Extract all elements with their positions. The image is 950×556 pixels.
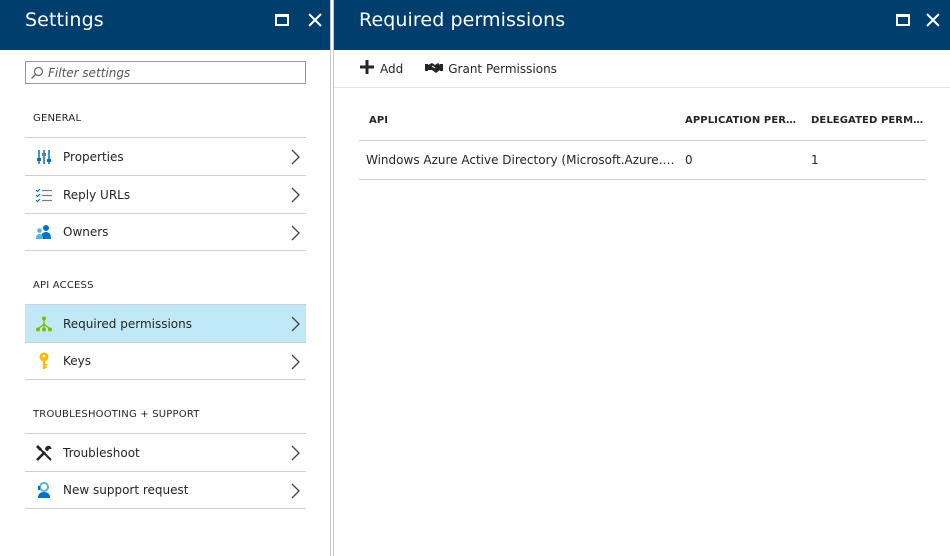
menu-item-label: Owners xyxy=(63,225,109,239)
chevron-right-icon xyxy=(290,445,300,465)
tools-icon xyxy=(25,444,63,462)
menu-item-label: Properties xyxy=(63,149,124,164)
menu-item-keys[interactable]: Keys xyxy=(25,342,306,380)
section-label-api-access: API ACCESS xyxy=(33,280,94,291)
settings-blade-title: Settings xyxy=(25,9,104,31)
column-header-delegated-permissions[interactable]: DELEGATED PERMIS... xyxy=(803,115,926,126)
chevron-right-icon xyxy=(290,149,300,169)
section-label-troubleshooting: TROUBLESHOOTING + SUPPORT xyxy=(33,409,200,420)
close-icon[interactable] xyxy=(923,10,943,30)
support-person-icon xyxy=(25,481,63,499)
table-row[interactable]: Windows Azure Active Directory (Microsof… xyxy=(359,141,926,180)
permissions-table: API APPLICATION PERMI... DELEGATED PERMI… xyxy=(359,100,926,180)
grant-permissions-button[interactable]: Grant Permissions xyxy=(425,59,557,78)
general-menu: Properties Reply URLs Owners xyxy=(25,137,306,251)
column-header-api[interactable]: API xyxy=(359,115,677,126)
menu-item-required-permissions[interactable]: Required permissions xyxy=(25,304,306,342)
required-permissions-blade: Required permissions Add Grant Permissio… xyxy=(333,0,950,556)
menu-item-troubleshoot[interactable]: Troubleshoot xyxy=(25,433,306,471)
menu-item-label: Troubleshoot xyxy=(63,445,140,460)
chevron-right-icon xyxy=(290,354,300,374)
api-access-menu: Required permissions Keys xyxy=(25,304,306,380)
maximize-icon[interactable] xyxy=(272,10,292,30)
people-icon xyxy=(25,224,63,240)
permissions-blade-header: Required permissions xyxy=(334,0,950,50)
column-header-application-permissions[interactable]: APPLICATION PERMI... xyxy=(677,115,803,126)
chevron-right-icon xyxy=(290,316,300,336)
add-button-label: Add xyxy=(380,61,404,76)
menu-item-label: Reply URLs xyxy=(63,187,131,202)
add-button[interactable]: Add xyxy=(359,59,403,79)
sliders-icon xyxy=(25,149,63,165)
permissions-toolbar: Add Grant Permissions xyxy=(334,50,950,88)
menu-item-label: Keys xyxy=(63,354,92,368)
grant-permissions-label: Grant Permissions xyxy=(448,61,557,76)
maximize-icon[interactable] xyxy=(893,10,913,30)
permissions-blade-title: Required permissions xyxy=(359,9,566,31)
troubleshooting-menu: Troubleshoot New support request xyxy=(25,433,306,509)
chevron-right-icon xyxy=(290,483,300,503)
filter-settings-field[interactable] xyxy=(48,65,288,80)
cell-api: Windows Azure Active Directory (Microsof… xyxy=(366,153,677,167)
network-tree-icon xyxy=(25,316,63,332)
menu-item-label: New support request xyxy=(63,483,189,497)
menu-item-reply-urls[interactable]: Reply URLs xyxy=(25,175,306,213)
settings-blade: Settings GENERAL Properties xyxy=(0,0,331,556)
section-label-general: GENERAL xyxy=(33,113,82,124)
key-icon xyxy=(25,352,63,370)
cell-application-permissions: 0 xyxy=(685,153,693,167)
list-check-icon xyxy=(25,188,63,202)
settings-blade-header: Settings xyxy=(0,0,330,50)
plus-icon xyxy=(359,59,375,79)
close-icon[interactable] xyxy=(305,10,325,30)
menu-item-new-support-request[interactable]: New support request xyxy=(25,471,306,509)
cell-delegated-permissions: 1 xyxy=(811,153,819,167)
chevron-right-icon xyxy=(290,187,300,207)
menu-item-label: Required permissions xyxy=(63,316,193,331)
menu-item-properties[interactable]: Properties xyxy=(25,137,306,175)
search-icon xyxy=(26,66,48,80)
chevron-right-icon xyxy=(290,225,300,245)
table-header: API APPLICATION PERMI... DELEGATED PERMI… xyxy=(359,100,926,141)
filter-settings-input[interactable] xyxy=(25,61,306,84)
menu-item-owners[interactable]: Owners xyxy=(25,213,306,251)
handshake-icon xyxy=(425,59,444,78)
